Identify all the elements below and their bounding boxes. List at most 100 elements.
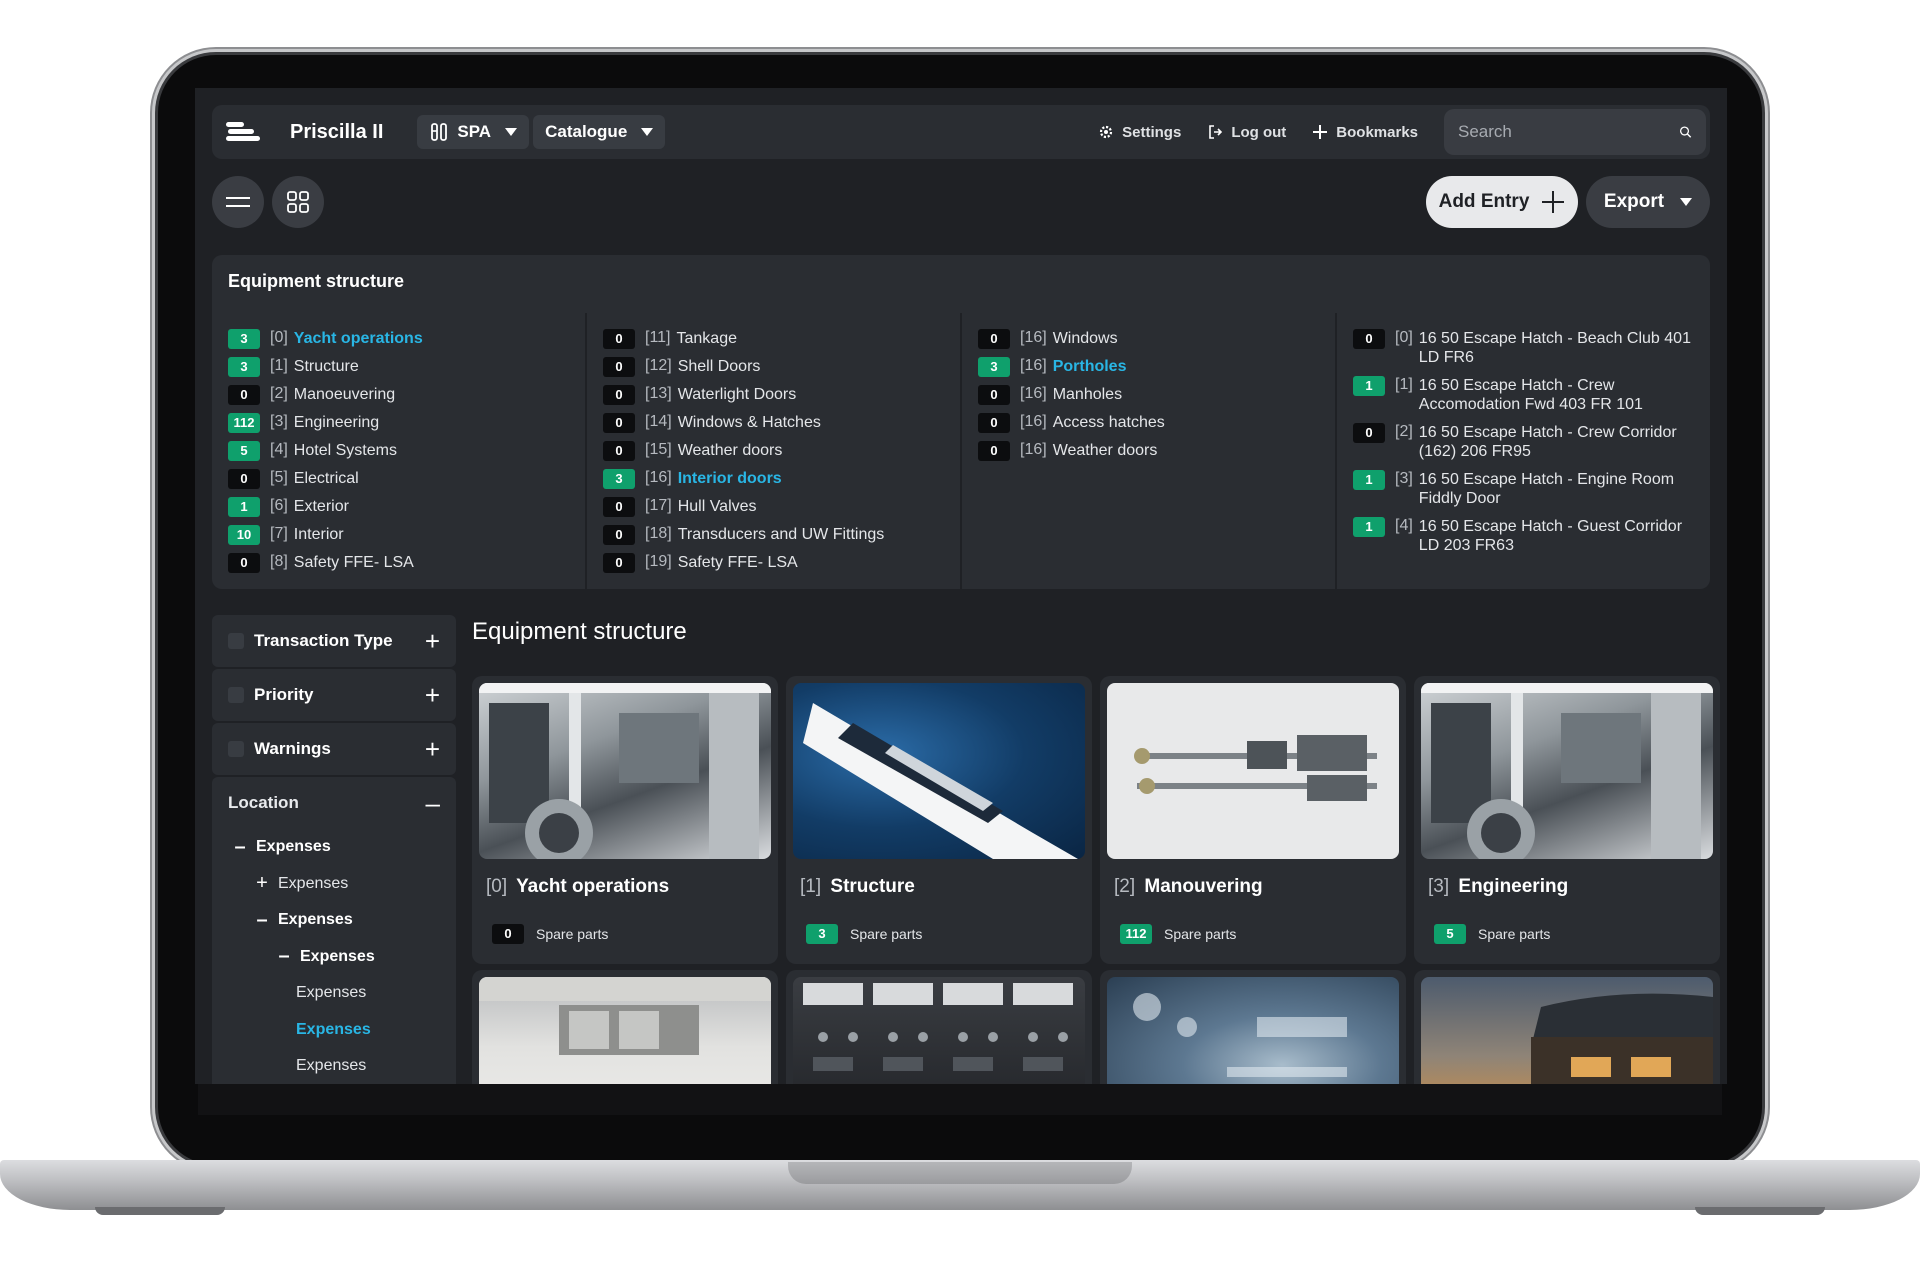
structure-item[interactable]: 0 [17] Hull Valves	[603, 497, 944, 525]
plus-icon[interactable]: +	[425, 628, 440, 654]
deck-sunset-image	[1421, 977, 1713, 1084]
item-label: Waterlight Doors	[677, 386, 797, 403]
screen-bezel	[198, 1079, 1722, 1115]
card-title-text: Structure	[830, 876, 915, 897]
item-label[interactable]: Portholes	[1053, 357, 1127, 376]
plus-icon	[1542, 191, 1565, 213]
filter-transaction-type[interactable]: Transaction Type +	[212, 615, 456, 667]
structure-item[interactable]: 0 [2] 16 50 Escape Hatch - Crew Corridor (…	[1353, 423, 1694, 470]
structure-item[interactable]: 0 [11] Tankage	[603, 329, 944, 357]
tree-item[interactable]: – Expenses	[212, 829, 456, 866]
checkbox[interactable]	[228, 687, 244, 703]
item-index: [17]	[645, 497, 672, 514]
count-badge: 3	[228, 357, 260, 377]
location-tree: – Expenses + Expenses – Expenses – Expenses Expe…	[212, 829, 456, 1084]
tree-item[interactable]: Expenses	[212, 975, 456, 1012]
item-index: [13]	[645, 385, 672, 402]
structure-item[interactable]: 0 [15] Weather doors	[603, 441, 944, 469]
item-index: [8]	[270, 553, 288, 570]
structure-item[interactable]: 0 [14] Windows & Hatches	[603, 413, 944, 441]
count-badge: 0	[978, 329, 1010, 349]
structure-item[interactable]: 0 [19] Safety FFE- LSA	[603, 553, 944, 581]
equipment-card[interactable]: [3] Engineering 5 Spare parts	[1414, 676, 1720, 964]
tree-item[interactable]: Expenses	[212, 1012, 456, 1049]
collapse-icon[interactable]: –	[252, 909, 272, 932]
structure-item[interactable]: 0 [12] Shell Doors	[603, 357, 944, 385]
structure-item[interactable]: 1 [6] Exterior	[228, 497, 569, 525]
top-header: Priscilla II SPA Catalogue Settings Log …	[212, 105, 1710, 159]
structure-item[interactable]: 1 [4] 16 50 Escape Hatch - Guest Corridor …	[1353, 517, 1694, 564]
collapse-icon[interactable]: –	[274, 945, 294, 968]
structure-item[interactable]: 1 [3] 16 50 Escape Hatch - Engine Room Fid…	[1353, 470, 1694, 517]
card-footer: 112 Spare parts	[1120, 924, 1236, 944]
settings-link[interactable]: Settings	[1098, 124, 1181, 141]
item-index: [19]	[645, 553, 672, 570]
structure-item[interactable]: 0 [0] 16 50 Escape Hatch - Beach Club 401 …	[1353, 329, 1694, 376]
structure-item[interactable]: 0 [16] Windows	[978, 329, 1319, 357]
checkbox[interactable]	[228, 633, 244, 649]
equipment-card[interactable]	[1414, 970, 1720, 1084]
menu-toggle-button[interactable]	[212, 176, 264, 228]
catalogue-dropdown[interactable]: Catalogue	[533, 115, 666, 149]
export-button[interactable]: Export	[1586, 176, 1710, 228]
equipment-card[interactable]	[1100, 970, 1406, 1084]
tree-item[interactable]: – Expenses	[212, 902, 456, 939]
location-header[interactable]: Location –	[212, 777, 456, 829]
propeller-shaft-image	[1107, 683, 1399, 859]
equipment-card[interactable]: [2] Manouvering 112 Spare parts	[1100, 676, 1406, 964]
logout-link[interactable]: Log out	[1207, 124, 1286, 141]
checkbox[interactable]	[228, 741, 244, 757]
structure-item[interactable]: 10 [7] Interior	[228, 525, 569, 553]
structure-item[interactable]: 3 [16] Portholes	[978, 357, 1319, 385]
filter-warnings[interactable]: Warnings +	[212, 723, 456, 775]
collapse-icon[interactable]: –	[230, 836, 250, 859]
tree-item[interactable]: – Expenses	[212, 939, 456, 976]
structure-item[interactable]: 3 [16] Interior doors	[603, 469, 944, 497]
structure-item[interactable]: 0 [2] Manoeuvering	[228, 385, 569, 413]
structure-item[interactable]: 0 [18] Transducers and UW Fittings	[603, 525, 944, 553]
item-label[interactable]: Yacht operations	[294, 329, 423, 348]
add-entry-button[interactable]: Add Entry	[1426, 176, 1578, 228]
app-logo-icon[interactable]	[226, 117, 262, 147]
chevron-down-icon	[1680, 198, 1693, 206]
structure-item[interactable]: 0 [16] Access hatches	[978, 413, 1319, 441]
structure-item[interactable]: 112 [3] Engineering	[228, 413, 569, 441]
spa-dropdown[interactable]: SPA	[417, 115, 530, 149]
count-badge: 0	[603, 525, 635, 545]
count-badge: 0	[228, 469, 260, 489]
filter-priority[interactable]: Priority +	[212, 669, 456, 721]
item-label: Windows	[1052, 330, 1118, 347]
structure-item[interactable]: 3 [1] Structure	[228, 357, 569, 385]
item-label: Structure	[293, 358, 359, 375]
logout-label: Log out	[1231, 123, 1287, 141]
structure-item[interactable]: 0 [5] Electrical	[228, 469, 569, 497]
structure-item[interactable]: 0 [13] Waterlight Doors	[603, 385, 944, 413]
minus-icon[interactable]: –	[426, 790, 440, 816]
structure-item[interactable]: 5 [4] Hotel Systems	[228, 441, 569, 469]
equipment-card[interactable]	[472, 970, 778, 1084]
item-label[interactable]: Interior doors	[678, 469, 782, 488]
app-screen: Priscilla II SPA Catalogue Settings Log …	[195, 88, 1727, 1084]
plus-icon[interactable]: +	[425, 736, 440, 762]
equipment-card[interactable]: [0] Yacht operations 0 Spare parts	[472, 676, 778, 964]
search-input[interactable]	[1458, 122, 1679, 142]
tree-item[interactable]: + Expenses	[212, 866, 456, 903]
search-icon[interactable]	[1679, 122, 1692, 142]
tree-item[interactable]: Expenses	[212, 1048, 456, 1084]
engine-room-image	[479, 683, 771, 859]
structure-column: 0 [0] 16 50 Escape Hatch - Beach Club 401 …	[1337, 313, 1710, 589]
plus-icon[interactable]: +	[425, 682, 440, 708]
item-index: [3]	[270, 413, 288, 430]
count-badge: 0	[1353, 329, 1385, 349]
bookmarks-link[interactable]: Bookmarks	[1312, 124, 1418, 141]
structure-item[interactable]: 1 [1] 16 50 Escape Hatch - Crew Accomodati…	[1353, 376, 1694, 423]
equipment-card[interactable]	[786, 970, 1092, 1084]
structure-item[interactable]: 0 [16] Weather doors	[978, 441, 1319, 469]
structure-item[interactable]: 0 [16] Manholes	[978, 385, 1319, 413]
structure-item[interactable]: 3 [0] Yacht operations	[228, 329, 569, 357]
expand-icon[interactable]: +	[252, 872, 272, 895]
item-label: 16 50 Escape Hatch - Crew Corridor (162)…	[1418, 424, 1677, 460]
structure-item[interactable]: 0 [8] Safety FFE- LSA	[228, 553, 569, 581]
equipment-card[interactable]: [1] Structure 3 Spare parts	[786, 676, 1092, 964]
grid-view-button[interactable]	[272, 176, 324, 228]
